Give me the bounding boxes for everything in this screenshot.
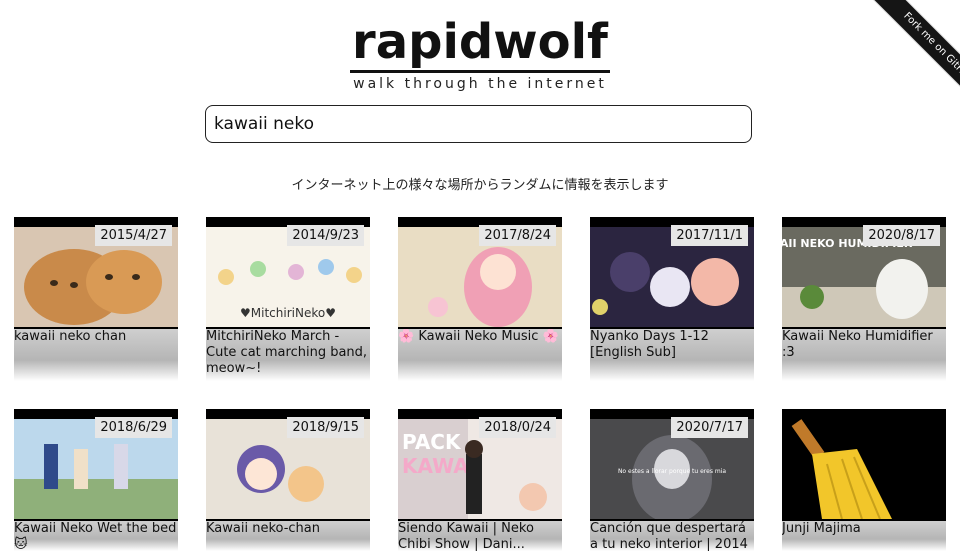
video-title[interactable]: Canción que despertará a tu neko interio… [590,521,754,551]
video-card[interactable]: Junji Majima [782,409,946,551]
video-title[interactable]: Kawaii Neko Humidifier :3 [782,329,946,381]
search-input[interactable] [205,105,752,143]
video-thumbnail[interactable] [782,409,946,521]
video-thumbnail[interactable]: ♥MitchiriNeko♥ 2014/9/23 [206,217,370,329]
video-card[interactable]: PACK KAWAII 2018/0/24 Siendo Kawaii | Ne… [398,409,562,551]
video-card[interactable]: KAWAII NEKO HUMIDIFIER 2020/8/17 Kawaii … [782,217,946,381]
video-thumbnail[interactable]: No estes a llorar porque tu eres mia 202… [590,409,754,521]
github-ribbon-label[interactable]: Fork me on GitHub [867,0,960,119]
github-ribbon[interactable]: Fork me on GitHub [830,0,960,130]
date-badge: 2018/6/29 [95,417,172,438]
video-thumbnail[interactable]: 2015/4/27 [14,217,178,329]
video-title[interactable]: Kawaii neko-chan [206,521,370,551]
video-card[interactable]: ♥MitchiriNeko♥ 2014/9/23 MitchiriNeko Ma… [206,217,370,381]
date-badge: 2018/0/24 [479,417,556,438]
video-card[interactable]: 2015/4/27 kawaii neko chan [14,217,178,381]
video-thumbnail[interactable]: 2017/11/1 [590,217,754,329]
video-title[interactable]: MitchiriNeko March - Cute cat marching b… [206,329,370,381]
video-title[interactable]: Nyanko Days 1-12 [English Sub] [590,329,754,381]
video-card[interactable]: 2018/6/29 Kawaii Neko Wet the bed 🐱 [14,409,178,551]
video-thumbnail[interactable]: PACK KAWAII 2018/0/24 [398,409,562,521]
thumbnail-caption-line1: PACK [402,430,462,454]
date-badge: 2014/9/23 [287,225,364,246]
site-title[interactable]: rapidwolf [350,14,610,73]
video-card[interactable]: 2017/11/1 Nyanko Days 1-12 [English Sub] [590,217,754,381]
video-title[interactable]: 🌸 Kawaii Neko Music 🌸 [398,329,562,381]
tagline: インターネット上の様々な場所からランダムに情報を表示します [291,178,669,193]
video-thumbnail[interactable]: KAWAII NEKO HUMIDIFIER 2020/8/17 [782,217,946,329]
date-badge: 2018/9/15 [287,417,364,438]
video-title[interactable]: Kawaii Neko Wet the bed 🐱 [14,521,178,551]
video-card[interactable]: 2018/9/15 Kawaii neko-chan [206,409,370,551]
video-thumbnail[interactable]: 2017/8/24 [398,217,562,329]
video-card[interactable]: 2017/8/24 🌸 Kawaii Neko Music 🌸 [398,217,562,381]
date-badge: 2020/8/17 [863,225,940,246]
site-subtitle: walk through the internet [353,76,607,92]
video-title[interactable]: kawaii neko chan [14,329,178,381]
broom-icon [782,419,946,519]
video-thumbnail[interactable]: 2018/9/15 [206,409,370,521]
video-card[interactable]: No estes a llorar porque tu eres mia 202… [590,409,754,551]
video-title[interactable]: Siendo Kawaii | Neko Chibi Show | Dani..… [398,521,562,551]
video-title[interactable]: Junji Majima [782,521,946,551]
thumbnail-caption: No estes a llorar porque tu eres mia [618,468,726,475]
date-badge: 2017/11/1 [671,225,748,246]
date-badge: 2017/8/24 [479,225,556,246]
logo[interactable]: rapidwolf [0,14,960,73]
video-thumbnail[interactable]: 2018/6/29 [14,409,178,521]
thumbnail-caption: ♥MitchiriNeko♥ [240,306,336,320]
date-badge: 2020/7/17 [671,417,748,438]
date-badge: 2015/4/27 [95,225,172,246]
